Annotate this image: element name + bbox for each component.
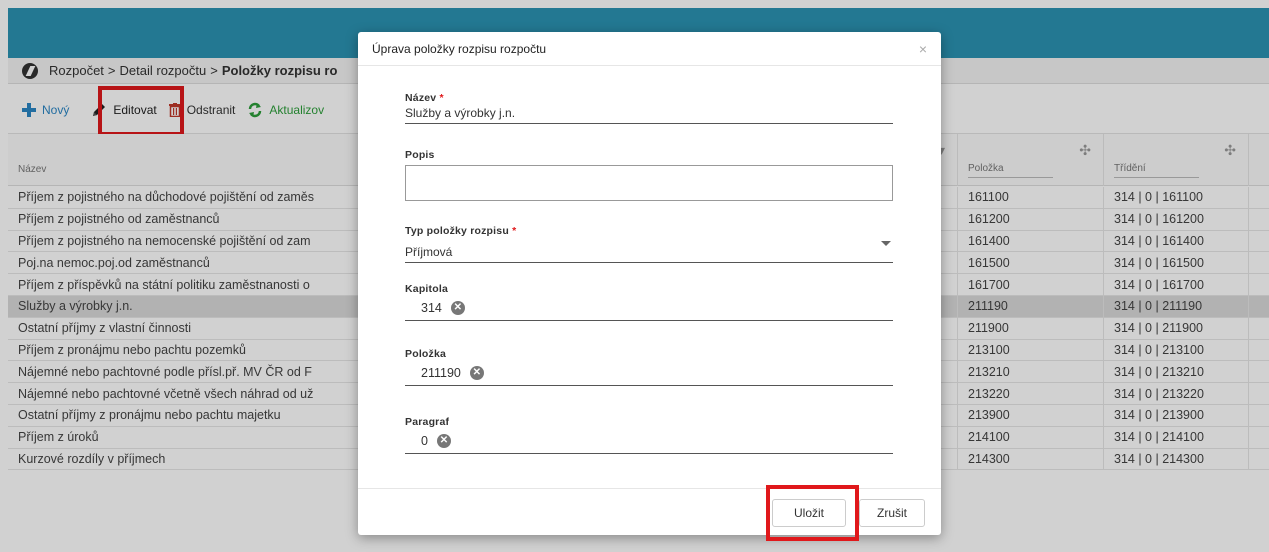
field-label: Paragraf — [405, 416, 450, 428]
polozka-input[interactable]: 211190 ✕ — [405, 360, 893, 386]
cancel-button[interactable]: Zrušit — [859, 499, 925, 527]
field-label: Položka — [405, 348, 447, 360]
typ-select[interactable]: Příjmová — [405, 237, 893, 263]
remove-icon[interactable]: ✕ — [450, 301, 465, 315]
field-label: Popis — [405, 149, 435, 161]
kapitola-chip: 314 ✕ — [405, 295, 465, 320]
close-icon[interactable]: × — [919, 41, 927, 57]
polozka-chip: 211190 ✕ — [405, 360, 484, 385]
nazev-input[interactable]: Služby a výrobky j.n. — [405, 104, 893, 124]
popis-textarea[interactable] — [405, 165, 893, 201]
required-mark: * — [512, 225, 517, 237]
dialog-header: Úprava položky rozpisu rozpočtu × — [358, 32, 941, 66]
dialog-title: Úprava položky rozpisu rozpočtu — [372, 41, 547, 56]
field-label: Typ položky rozpisu * — [405, 225, 517, 237]
paragraf-chip: 0 ✕ — [405, 428, 451, 453]
chevron-down-icon — [881, 241, 891, 246]
remove-icon[interactable]: ✕ — [469, 366, 484, 380]
field-paragraf: Paragraf 0 ✕ — [405, 416, 893, 454]
field-typ: Typ položky rozpisu * Příjmová — [405, 225, 893, 263]
required-mark: * — [439, 92, 444, 104]
field-label: Kapitola — [405, 283, 449, 295]
dialog-footer: Uložit Zrušit — [358, 488, 941, 535]
remove-icon[interactable]: ✕ — [436, 434, 451, 448]
field-label: Název * — [405, 92, 444, 104]
paragraf-input[interactable]: 0 ✕ — [405, 428, 893, 454]
field-kapitola: Kapitola 314 ✕ — [405, 283, 893, 321]
field-nazev: Název * Služby a výrobky j.n. — [405, 92, 893, 124]
paragraf-value: 0 — [421, 434, 428, 448]
edit-item-dialog: Úprava položky rozpisu rozpočtu × Název … — [358, 32, 941, 535]
kapitola-value: 314 — [421, 301, 442, 315]
field-popis: Popis — [405, 149, 893, 204]
save-button[interactable]: Uložit — [772, 499, 846, 527]
field-polozka: Položka 211190 ✕ — [405, 348, 893, 386]
nazev-value: Služby a výrobky j.n. — [405, 106, 516, 120]
typ-value: Příjmová — [405, 245, 453, 259]
polozka-value: 211190 — [421, 366, 461, 380]
kapitola-input[interactable]: 314 ✕ — [405, 295, 893, 321]
